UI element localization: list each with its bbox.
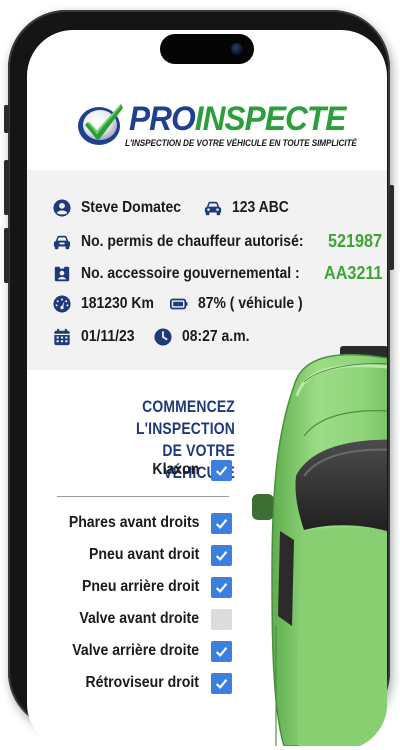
driver-row: Steve Domatec 123 ABC [53, 199, 295, 217]
volume-up-button [4, 160, 9, 215]
inspection-date: 01/11/23 [81, 328, 135, 345]
checklist-item-label: Valve arrière droite [72, 642, 199, 659]
checklist-heading-line1: COMMENCEZ L'INSPECTION [135, 397, 235, 438]
app-screen: PROINSPECTE L'INSPECTION DE VOTRE VÉHICU… [27, 30, 387, 750]
permit-number: 521987 [328, 231, 383, 251]
check-icon [215, 550, 228, 561]
camera-icon [231, 43, 243, 55]
volume-down-button [4, 228, 9, 283]
checklist-item-label: Klaxon [152, 461, 199, 478]
mute-switch [4, 105, 9, 133]
brand-name-part1: PRO [129, 100, 196, 138]
checkbox[interactable] [211, 544, 232, 566]
speedometer-icon [53, 295, 71, 313]
checkbox[interactable] [211, 576, 232, 598]
id-badge-icon [54, 265, 70, 281]
checklist-item-phares-avant-droits[interactable]: Phares avant droits [27, 511, 232, 535]
steering-wheel-icon [53, 235, 71, 249]
battery-value: 87% ( véhicule ) [198, 295, 303, 312]
checklist-divider [57, 496, 229, 497]
accessory-label: No. accessoire gouvernemental : [81, 264, 300, 282]
odometer-row: 181230 Km 87% ( véhicule ) [53, 295, 314, 313]
accessory-row: No. accessoire gouvernemental : AA3211 [53, 263, 387, 284]
checklist-item-label: Phares avant droits [68, 514, 199, 531]
checklist-item-label: Rétroviseur droit [85, 674, 199, 691]
checkbox[interactable] [211, 459, 232, 481]
checklist-item-label: Valve avant droite [79, 610, 199, 627]
check-icon [215, 646, 228, 657]
power-button [389, 185, 394, 270]
checkbox[interactable] [211, 608, 232, 630]
datetime-row: 01/11/23 08:27 a.m. [53, 328, 257, 346]
checklist-item-klaxon[interactable]: Klaxon [27, 458, 232, 482]
permit-row: No. permis de chauffeur autorisé: 521987 [53, 231, 387, 252]
checkbox[interactable] [211, 672, 232, 694]
brand-logo: PROINSPECTE L'INSPECTION DE VOTRE VÉHICU… [77, 96, 357, 156]
check-icon [215, 465, 228, 476]
battery-icon [170, 298, 188, 310]
check-icon [215, 678, 228, 689]
phone-frame: PROINSPECTE L'INSPECTION DE VOTRE VÉHICU… [4, 10, 394, 750]
checklist-item-pneu-arriere-droit[interactable]: Pneu arrière droit [27, 575, 232, 599]
check-icon [215, 582, 228, 593]
checklist-item-label: Pneu arrière droit [81, 578, 199, 595]
accessory-number: AA3211 [323, 263, 383, 283]
checkbox[interactable] [211, 640, 232, 662]
clock-icon [154, 328, 173, 346]
inspection-time: 08:27 a.m. [182, 328, 250, 345]
checklist-item-pneu-avant-droit[interactable]: Pneu avant droit [27, 543, 232, 567]
permit-label: No. permis de chauffeur autorisé: [81, 232, 304, 250]
driver-name: Steve Domatec [81, 199, 182, 216]
brand-name-part2: INSPECTE [194, 100, 347, 138]
odometer-value: 181230 Km [81, 295, 154, 312]
checkbox[interactable] [211, 512, 232, 534]
checklist-item-retroviseur-droit[interactable]: Rétroviseur droit [27, 671, 232, 695]
checklist-item-valve-avant-droite[interactable]: Valve avant droite [27, 607, 232, 631]
license-plate: 123 ABC [232, 199, 290, 216]
calendar-icon [54, 328, 70, 346]
car-illustration [252, 346, 387, 746]
car-icon [205, 201, 222, 216]
checklist-item-label: Pneu avant droit [88, 546, 199, 563]
dynamic-island [160, 34, 254, 64]
brand-tagline: L'INSPECTION DE VOTRE VÉHICULE EN TOUTE … [125, 138, 357, 149]
checklist-item-valve-arriere-droite[interactable]: Valve arrière droite [27, 639, 232, 663]
user-icon [53, 199, 71, 217]
checkmark-logo-icon [78, 104, 123, 145]
check-icon [215, 518, 228, 529]
brand-wordmark: PROINSPECTE [129, 100, 347, 138]
